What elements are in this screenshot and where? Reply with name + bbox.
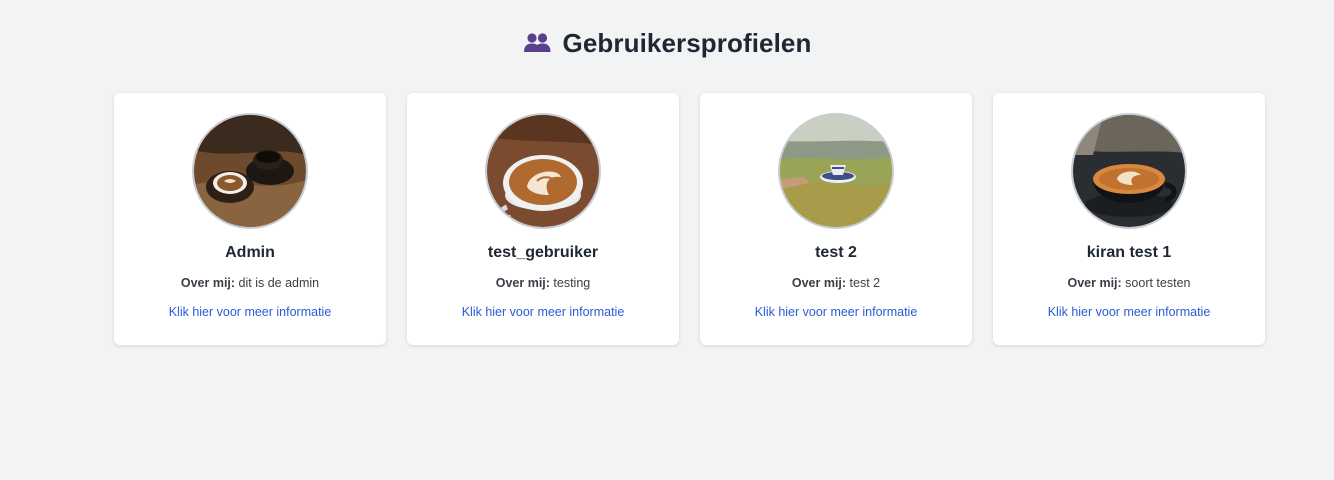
more-info-link[interactable]: Klik hier voor meer informatie xyxy=(462,304,625,320)
about-value: test 2 xyxy=(849,276,881,290)
profile-cards: Admin Over mij: dit is de admin Klik hie… xyxy=(114,93,1265,345)
about-label: Over mij: xyxy=(495,276,550,290)
profile-card: Admin Over mij: dit is de admin Klik hie… xyxy=(114,93,386,345)
about-text: Over mij: dit is de admin xyxy=(181,275,319,291)
about-value: dit is de admin xyxy=(238,276,320,290)
more-info-link[interactable]: Klik hier voor meer informatie xyxy=(755,304,918,320)
user-name: test 2 xyxy=(815,244,857,261)
about-label: Over mij: xyxy=(180,276,236,290)
user-name: Admin xyxy=(225,244,275,261)
page-header: Gebruikersprofielen xyxy=(0,26,1334,60)
about-text: Over mij: test 2 xyxy=(792,275,880,291)
about-label: Over mij: xyxy=(791,276,847,290)
page-title: Gebruikersprofielen xyxy=(562,27,812,58)
profile-card: test_gebruiker Over mij: testing Klik hi… xyxy=(407,93,679,345)
user-name: kiran test 1 xyxy=(1086,244,1172,261)
about-text: Over mij: soort testen xyxy=(1068,275,1191,291)
about-label: Over mij: xyxy=(1067,276,1122,290)
more-info-link[interactable]: Klik hier voor meer informatie xyxy=(169,304,332,320)
about-text: Over mij: testing xyxy=(496,275,591,291)
avatar xyxy=(778,113,894,229)
profile-card: kiran test 1 Over mij: soort testen Klik… xyxy=(993,93,1265,345)
avatar xyxy=(485,113,601,229)
profile-card: test 2 Over mij: test 2 Klik hier voor m… xyxy=(700,93,972,345)
user-name: test_gebruiker xyxy=(487,244,599,261)
avatar xyxy=(1071,113,1187,229)
avatar xyxy=(192,113,308,229)
about-value: soort testen xyxy=(1125,276,1191,290)
users-icon xyxy=(523,32,551,54)
about-value: testing xyxy=(553,276,591,290)
more-info-link[interactable]: Klik hier voor meer informatie xyxy=(1048,304,1211,320)
